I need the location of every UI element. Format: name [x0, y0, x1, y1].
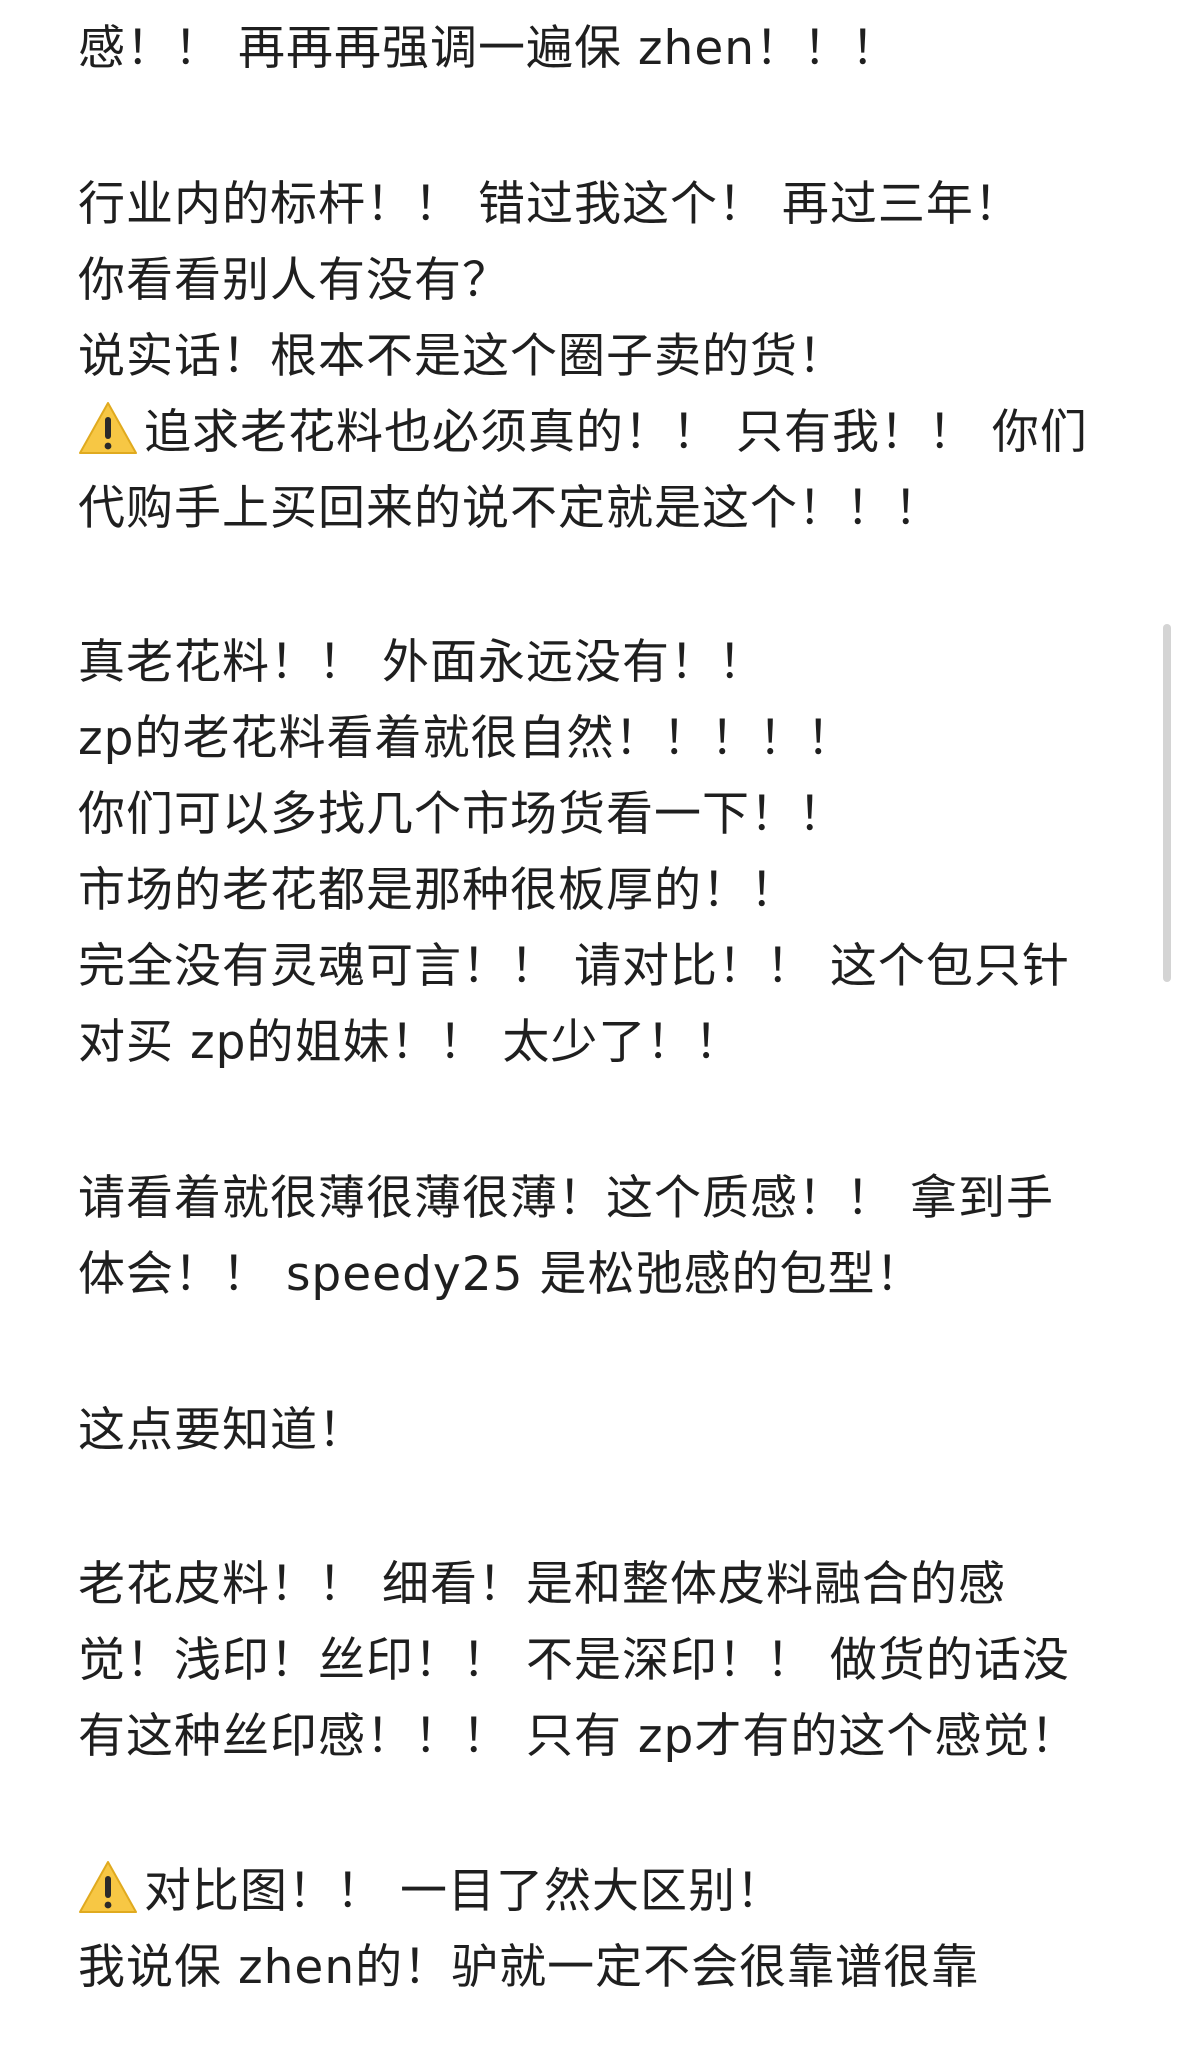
post-line: 我说保 zhen的！驴就一定不会很靠谱很靠	[78, 1940, 980, 1995]
post-line: 觉！浅印！丝印！！ 不是深印！！ 做货的话没	[78, 1633, 1070, 1688]
post-line: 完全没有灵魂可言！！ 请对比！！ 这个包只针	[78, 939, 1070, 994]
post-line: 行业内的标杆！！ 错过我这个！ 再过三年！	[78, 177, 1022, 232]
post-line-with-icon: 对比图！！ 一目了然大区别！	[78, 1853, 784, 1931]
post-line: 体会！！ speedy25 是松弛感的包型！	[78, 1247, 924, 1302]
warning-icon	[79, 1861, 137, 1913]
post-line: 说实话！根本不是这个圈子卖的货！	[78, 329, 846, 384]
post-line: 你看看别人有没有？	[78, 253, 510, 308]
post-line: 代购手上买回来的说不定就是这个！！！	[78, 481, 942, 536]
post-line: 这点要知道！	[78, 1403, 366, 1458]
post-line: 有这种丝印感！！！ 只有 zp才有的这个感觉！	[78, 1709, 1079, 1764]
post-line: 请看着就很薄很薄很薄！这个质感！！ 拿到手	[78, 1171, 1054, 1226]
post-line: 老花皮料！！ 细看！是和整体皮料融合的感	[78, 1557, 1006, 1612]
post-line: 真老花料！！ 外面永远没有！！	[78, 635, 766, 690]
scrollbar-thumb[interactable]	[1163, 624, 1171, 982]
post-body: 感！！ 再再再强调一遍保 zhen！！！ 行业内的标杆！！ 错过我这个！ 再过三…	[0, 0, 1179, 2053]
post-line-text: 对比图！！ 一目了然大区别！	[144, 1864, 784, 1919]
post-line-text: 追求老花料也必须真的！！ 只有我！！ 你们	[144, 405, 1088, 460]
post-line-with-icon: 追求老花料也必须真的！！ 只有我！！ 你们	[78, 394, 1088, 472]
post-line: zp的老花料看着就很自然！！！！！	[78, 711, 855, 766]
warning-icon	[79, 402, 137, 454]
post-line: 感！！ 再再再强调一遍保 zhen！！！	[78, 21, 900, 76]
post-line: 市场的老花都是那种很板厚的！！	[78, 863, 798, 918]
post-line: 对买 zp的姐妹！！ 太少了！！	[78, 1015, 743, 1070]
post-line: 你们可以多找几个市场货看一下！！	[78, 787, 846, 842]
